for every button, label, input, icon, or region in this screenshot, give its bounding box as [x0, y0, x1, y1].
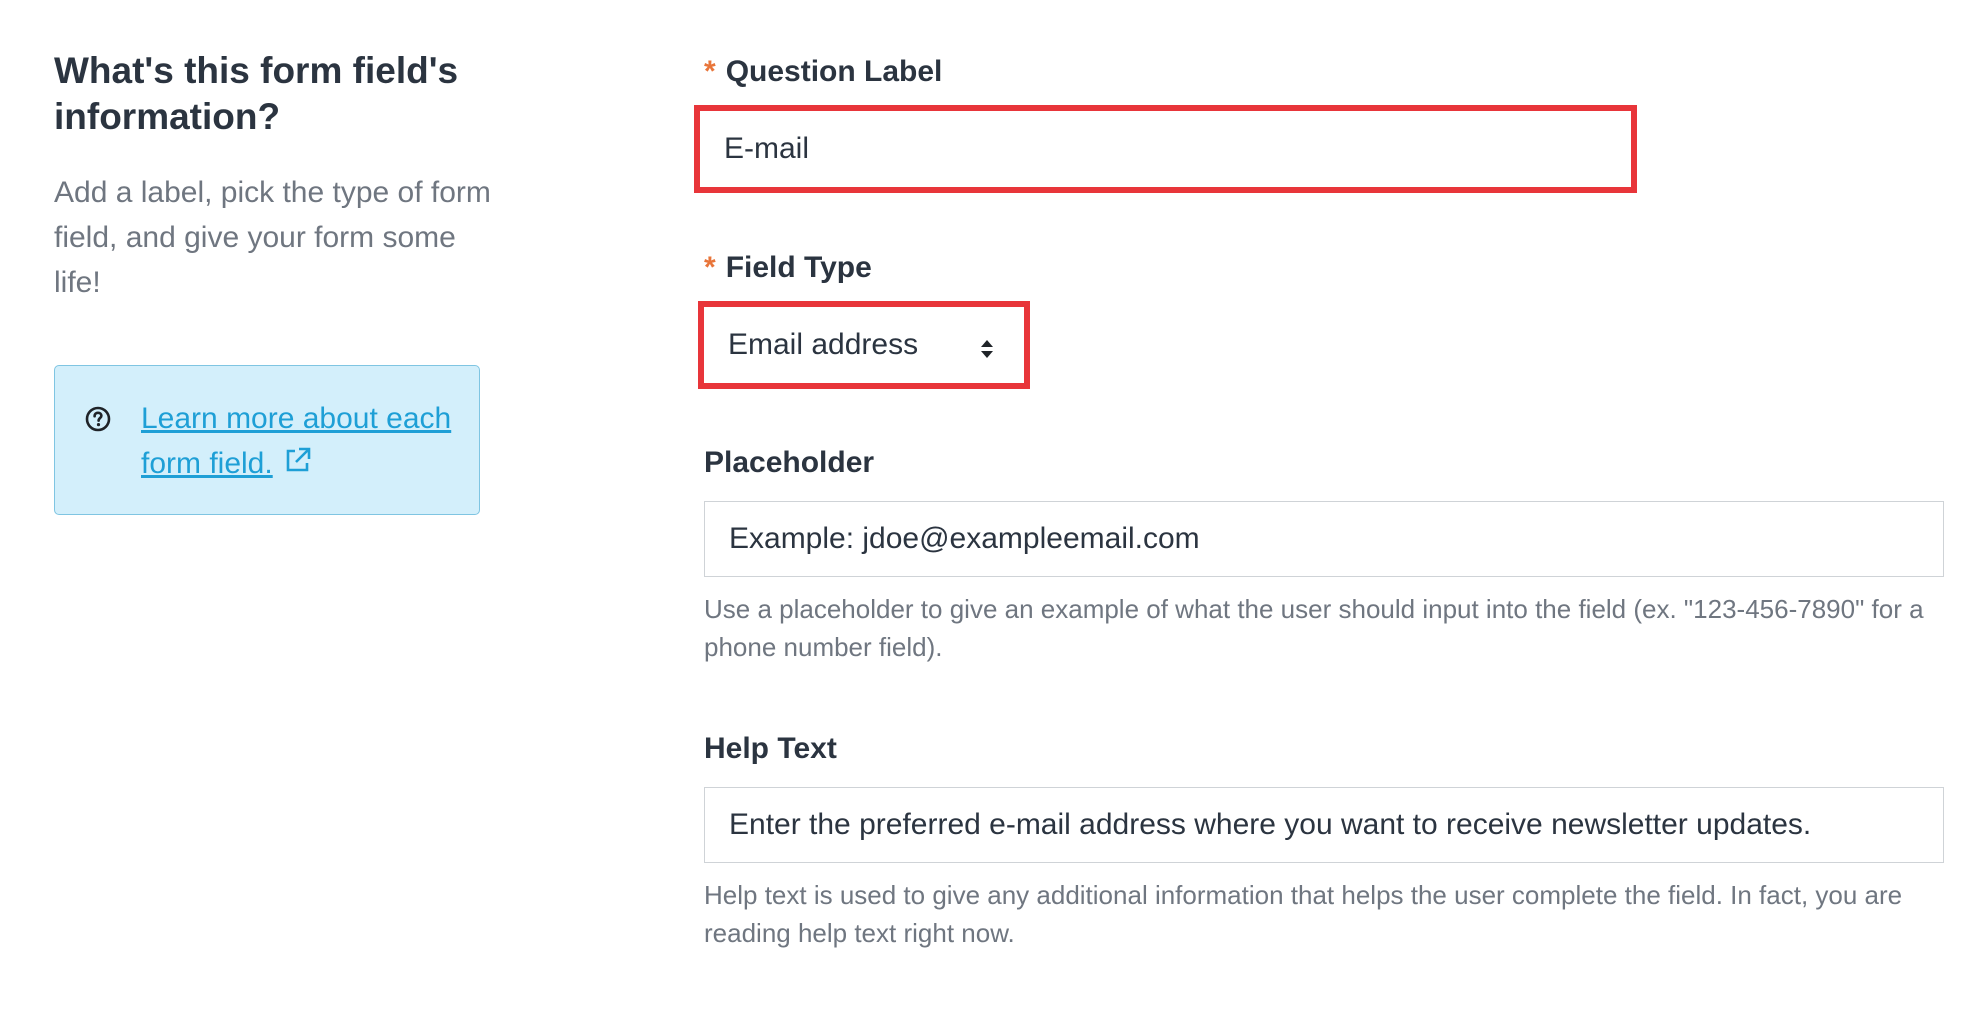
placeholder-input[interactable]: Example: jdoe@exampleemail.com: [704, 501, 1944, 577]
question-label-value: E-mail: [724, 132, 810, 165]
required-mark: *: [704, 251, 716, 284]
field-type-select[interactable]: Email address: [704, 307, 1024, 383]
field-type-text: Field Type: [725, 251, 872, 284]
help-text-label-text: Help Text: [704, 732, 837, 765]
required-mark: *: [704, 55, 716, 88]
field-type-value: Email address: [728, 328, 919, 361]
select-arrows-icon: [981, 340, 993, 358]
placeholder-label-text: Placeholder: [704, 446, 875, 479]
question-circle-icon: [85, 406, 111, 432]
help-text-value: Enter the preferred e-mail address where…: [729, 808, 1812, 841]
learn-more-link[interactable]: Learn more about each form field.: [141, 396, 461, 486]
question-label-heading: * Question Label: [704, 54, 942, 90]
help-text-hint: Help text is used to give any additional…: [704, 880, 1903, 948]
help-text-input[interactable]: Enter the preferred e-mail address where…: [704, 787, 1944, 863]
field-type-heading: * Field Type: [704, 250, 872, 286]
question-label-text: Question Label: [725, 55, 943, 88]
section-description: Add a label, pick the type of form field…: [54, 176, 491, 299]
placeholder-heading: Placeholder: [704, 445, 874, 481]
intro-panel: What's this form field's information? Ad…: [54, 48, 494, 305]
help-text-heading: Help Text: [704, 731, 837, 767]
question-label-input[interactable]: E-mail: [700, 111, 1631, 187]
placeholder-hint: Use a placeholder to give an example of …: [704, 594, 1924, 662]
section-title: What's this form field's information?: [54, 50, 459, 137]
info-callout: Learn more about each form field.: [54, 365, 480, 515]
placeholder-value: Example: jdoe@exampleemail.com: [729, 522, 1200, 555]
external-link-icon: [286, 447, 311, 472]
